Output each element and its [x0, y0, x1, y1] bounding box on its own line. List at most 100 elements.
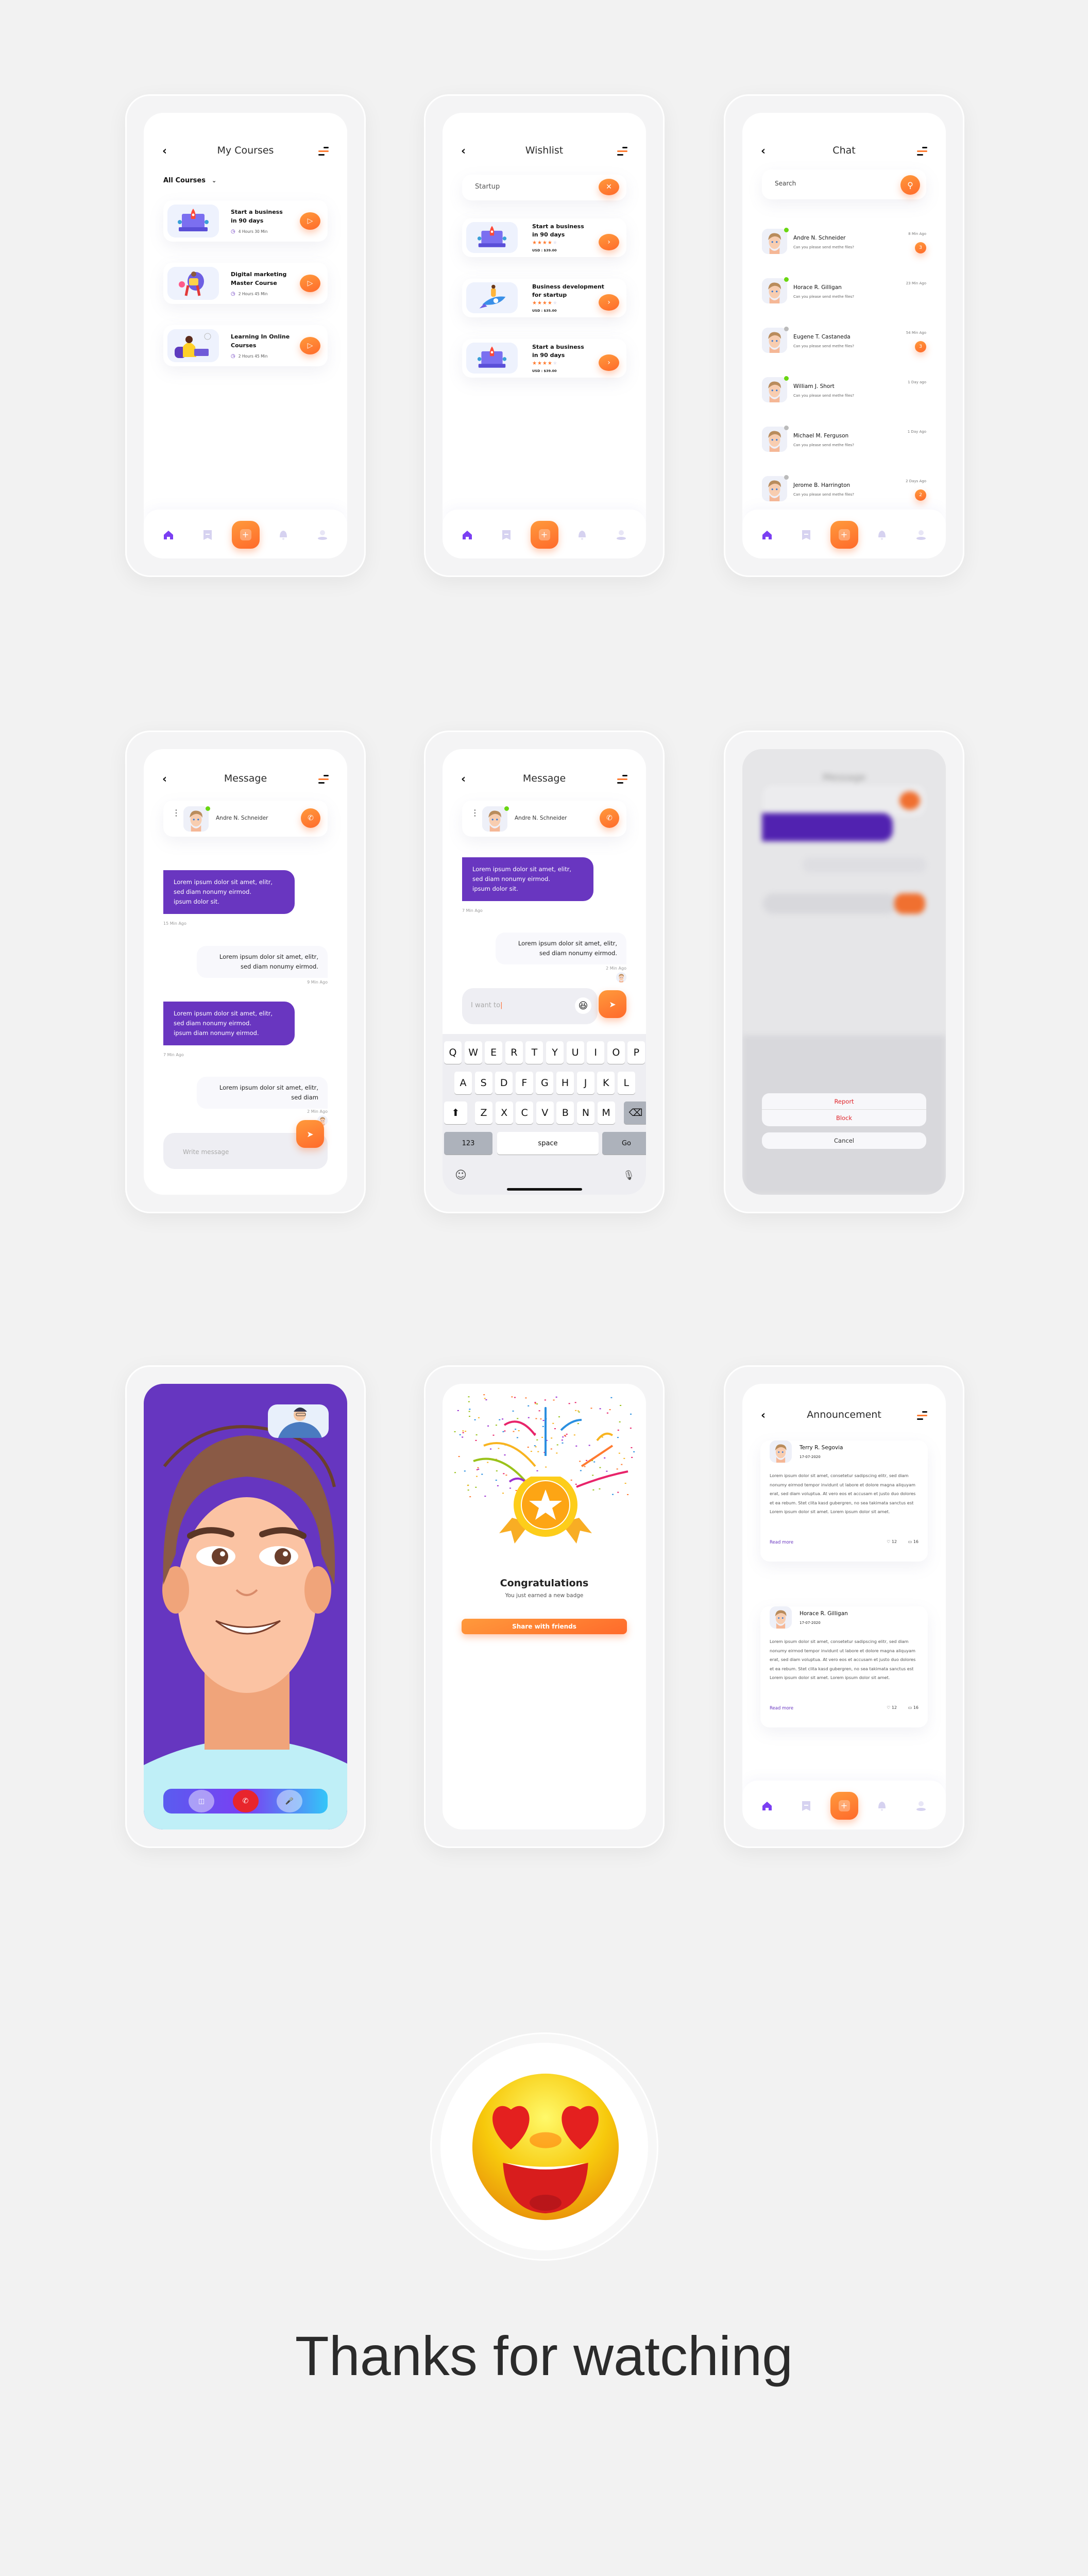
more-options-icon[interactable]: ⋮	[172, 809, 180, 817]
home-icon[interactable]	[462, 529, 473, 540]
key-w[interactable]: W	[464, 1041, 482, 1064]
home-icon[interactable]	[163, 529, 174, 540]
like-button[interactable]: ♡ 12	[887, 1539, 897, 1544]
key-d[interactable]: D	[495, 1072, 513, 1094]
key-k[interactable]: K	[597, 1072, 615, 1094]
key-e[interactable]: E	[485, 1041, 503, 1064]
self-video-preview[interactable]	[268, 1404, 329, 1438]
key-b[interactable]: B	[556, 1101, 574, 1124]
key-m[interactable]: M	[597, 1101, 615, 1124]
profile-icon[interactable]	[915, 1800, 927, 1811]
send-button[interactable]: ➤	[296, 1120, 324, 1148]
numbers-key[interactable]: 123	[444, 1132, 492, 1155]
home-icon[interactable]	[761, 1800, 773, 1811]
bell-icon[interactable]	[876, 529, 888, 540]
more-options-icon[interactable]: ⋮	[471, 809, 479, 817]
key-g[interactable]: G	[536, 1072, 554, 1094]
clear-search-button[interactable]: ✕	[599, 179, 619, 195]
read-more-link[interactable]: Read more	[770, 1706, 793, 1711]
emoji-keyboard-icon[interactable]: ☺	[455, 1169, 467, 1182]
add-button[interactable]: +	[231, 521, 260, 549]
key-z[interactable]: Z	[475, 1101, 492, 1124]
wishlist-card[interactable]: Business development for startup ★★★★★ US…	[462, 279, 626, 317]
bookmark-icon[interactable]	[801, 1800, 812, 1811]
home-icon[interactable]	[761, 529, 773, 540]
call-button[interactable]: ✆	[301, 808, 320, 828]
profile-icon[interactable]	[616, 529, 627, 540]
send-button[interactable]: ➤	[599, 990, 626, 1018]
comment-button[interactable]: ▭ 16	[908, 1705, 919, 1710]
space-key[interactable]: space	[497, 1132, 599, 1155]
end-call-button[interactable]: ✆	[232, 1790, 259, 1812]
bookmark-icon[interactable]	[501, 529, 512, 540]
conversation-item[interactable]: Horace R. Gilligan Can you please send m…	[762, 277, 926, 304]
bookmark-icon[interactable]	[801, 529, 812, 540]
menu-icon[interactable]	[617, 775, 627, 784]
search-field[interactable]: Startup ✕	[462, 175, 626, 200]
key-a[interactable]: A	[454, 1072, 472, 1094]
call-button[interactable]: ✆	[600, 808, 619, 828]
profile-icon[interactable]	[915, 529, 927, 540]
conversation-item[interactable]: William J. Short Can you please send met…	[762, 376, 926, 403]
like-button[interactable]: ♡ 12	[887, 1705, 897, 1710]
play-button[interactable]: ▷	[300, 337, 320, 354]
key-o[interactable]: O	[607, 1041, 625, 1064]
open-button[interactable]: ›	[599, 354, 619, 371]
report-button[interactable]: Report	[762, 1093, 926, 1110]
key-f[interactable]: F	[515, 1072, 533, 1094]
key-t[interactable]: T	[525, 1041, 543, 1064]
key-y[interactable]: Y	[546, 1041, 564, 1064]
menu-icon[interactable]	[917, 147, 927, 156]
message-input[interactable]: I want to| 😆	[462, 988, 598, 1024]
add-button[interactable]: +	[830, 1792, 858, 1820]
search-field[interactable]: Search ⚲	[762, 170, 926, 199]
search-input[interactable]: Search	[775, 180, 796, 187]
conversation-item[interactable]: Jerome B. Harrington Can you please send…	[762, 475, 926, 502]
bell-icon[interactable]	[876, 1800, 888, 1811]
course-filter-dropdown[interactable]: All Courses ⌄	[163, 177, 216, 184]
course-card[interactable]: Digital marketing Master Course ◷ 2 Hours …	[163, 263, 328, 304]
microphone-icon[interactable]: 🎙	[623, 1170, 635, 1181]
key-p[interactable]: P	[627, 1041, 645, 1064]
menu-icon[interactable]	[917, 1411, 927, 1420]
search-button[interactable]: ⚲	[900, 175, 920, 195]
backspace-key[interactable]: ⌫	[624, 1101, 646, 1124]
key-u[interactable]: U	[566, 1041, 584, 1064]
mute-button[interactable]: 🎤	[277, 1790, 302, 1812]
menu-icon[interactable]	[318, 147, 329, 156]
share-with-friends-button[interactable]: Share with friends	[462, 1619, 627, 1634]
key-i[interactable]: I	[587, 1041, 605, 1064]
search-input[interactable]: Startup	[475, 183, 500, 191]
key-h[interactable]: H	[556, 1072, 574, 1094]
play-button[interactable]: ▷	[300, 212, 320, 230]
bell-icon[interactable]	[576, 529, 588, 540]
key-q[interactable]: Q	[444, 1041, 462, 1064]
key-r[interactable]: R	[505, 1041, 523, 1064]
shift-key[interactable]: ⬆	[444, 1101, 467, 1124]
course-card[interactable]: Start a business in 90 days ◷ 4 Hours 30 M…	[163, 200, 328, 242]
conversation-item[interactable]: Andre N. Schneider Can you please send m…	[762, 228, 926, 255]
play-button[interactable]: ▷	[300, 275, 320, 292]
read-more-link[interactable]: Read more	[770, 1540, 793, 1545]
open-button[interactable]: ›	[599, 234, 619, 250]
key-s[interactable]: S	[474, 1072, 492, 1094]
key-x[interactable]: X	[495, 1101, 513, 1124]
bookmark-icon[interactable]	[202, 529, 213, 540]
key-c[interactable]: C	[516, 1101, 534, 1124]
comment-button[interactable]: ▭ 16	[908, 1539, 919, 1544]
bell-icon[interactable]	[278, 529, 289, 540]
cancel-button[interactable]: Cancel	[762, 1132, 926, 1149]
toggle-video-button[interactable]: ◫	[189, 1790, 214, 1812]
key-l[interactable]: L	[617, 1072, 635, 1094]
wishlist-card[interactable]: Start a business in 90 days ★★★★★ USD : $…	[462, 339, 626, 378]
key-j[interactable]: J	[576, 1072, 594, 1094]
conversation-item[interactable]: Michael M. Ferguson Can you please send …	[762, 426, 926, 452]
profile-icon[interactable]	[317, 529, 328, 540]
course-card[interactable]: Learning In Online Courses ◷ 2 Hours 45 Mi…	[163, 325, 328, 366]
add-button[interactable]: +	[530, 521, 558, 549]
key-v[interactable]: V	[536, 1101, 554, 1124]
open-button[interactable]: ›	[599, 294, 619, 311]
go-key[interactable]: Go	[602, 1132, 646, 1155]
key-n[interactable]: N	[577, 1101, 594, 1124]
block-button[interactable]: Block	[762, 1110, 926, 1126]
